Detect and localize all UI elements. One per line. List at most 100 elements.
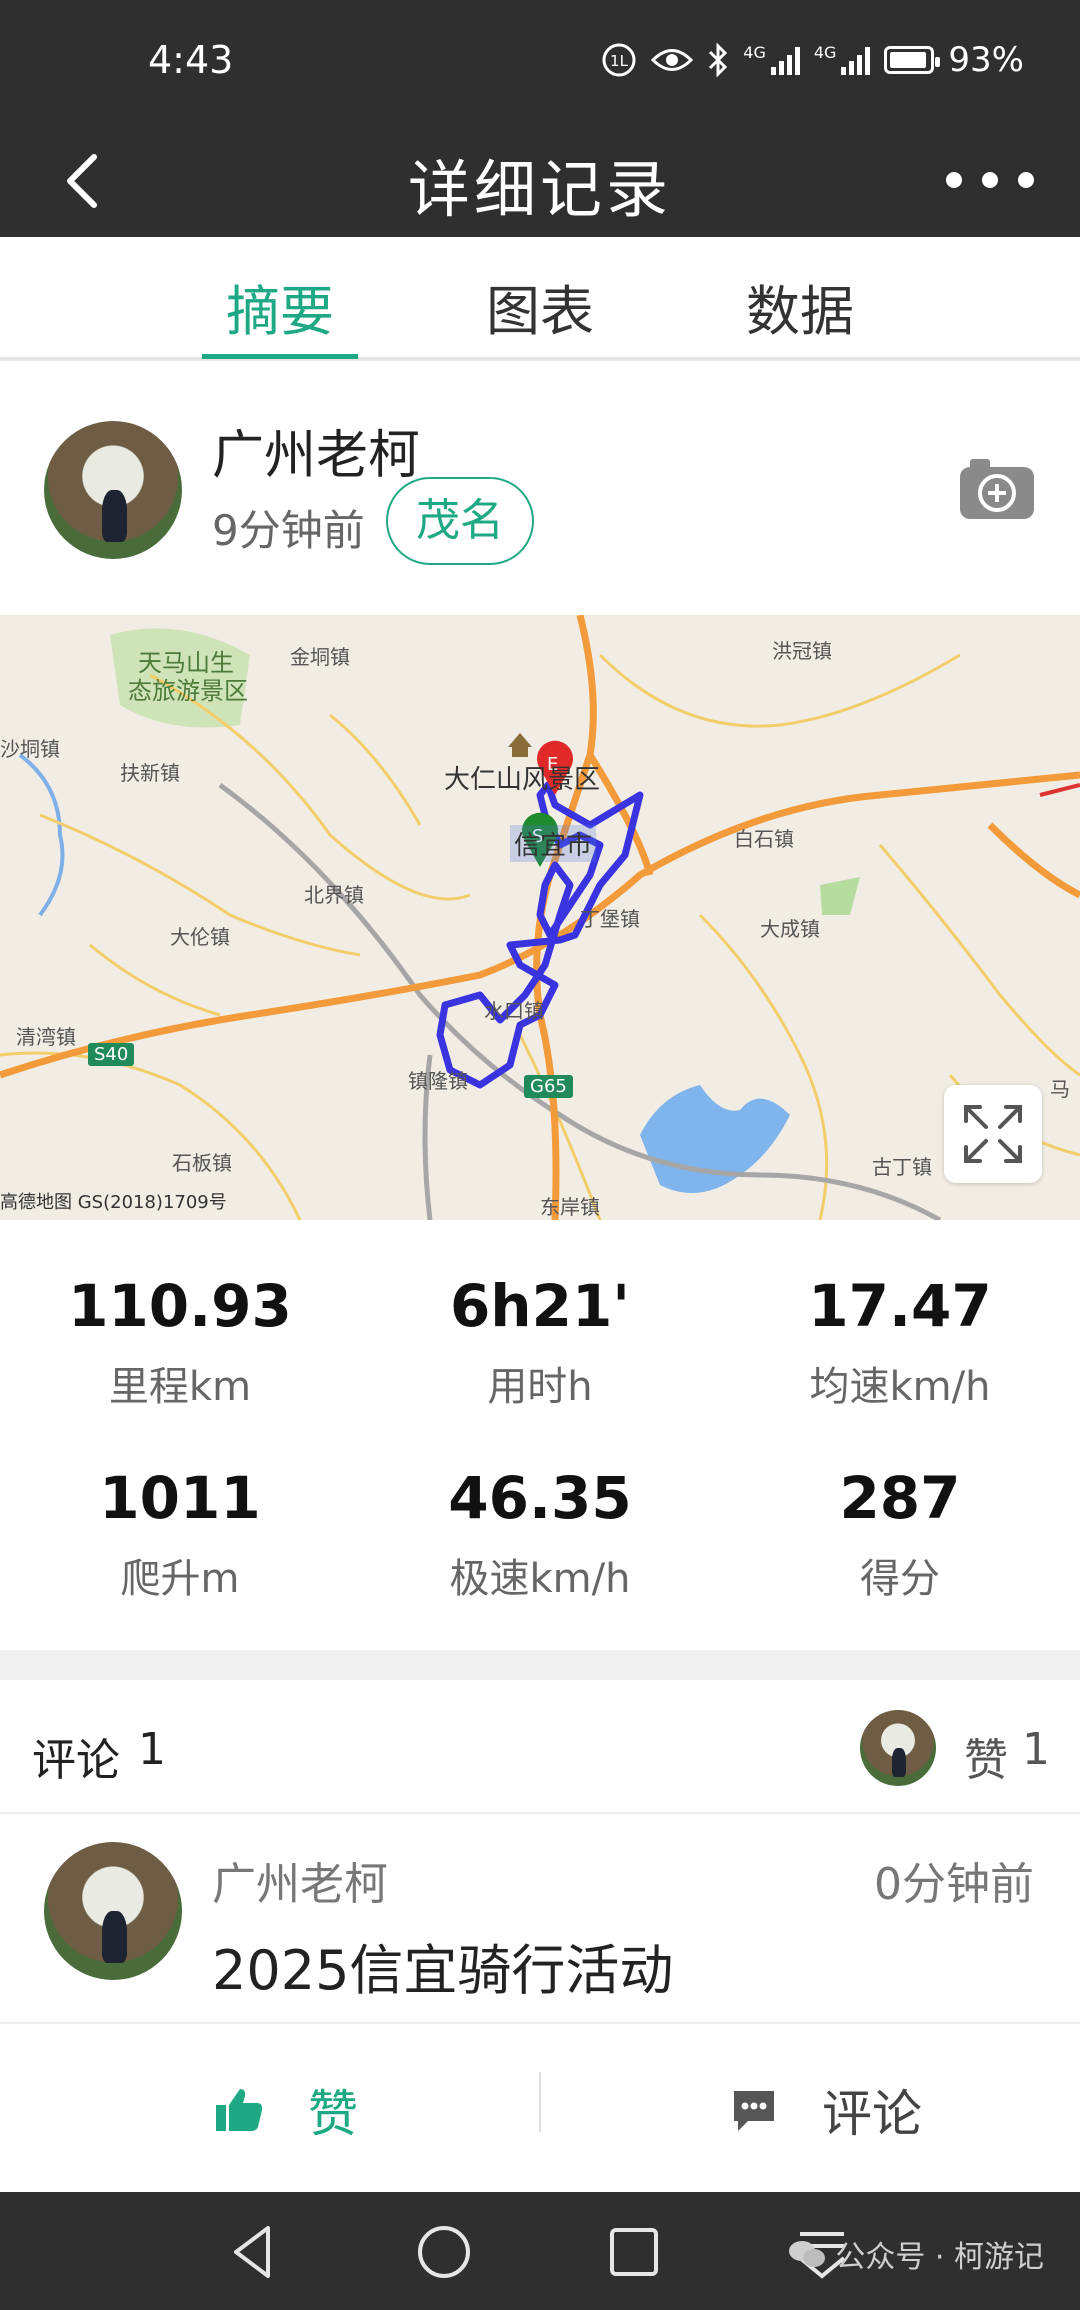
tab-bar: 摘要 图表 数据: [0, 237, 1080, 361]
title-bar: 详细记录: [0, 125, 1080, 237]
expand-map-button[interactable]: [944, 1085, 1042, 1183]
river: [18, 753, 65, 917]
route-map[interactable]: S E 天马山生 态旅游景区 金垌镇 洪冠镇 沙垌镇 扶新镇 大仁山风景区 信宜…: [0, 615, 1080, 1220]
more-dot-icon: [946, 172, 962, 188]
stat-avg-speed: 17.47 均速km/h: [720, 1272, 1080, 1412]
post-time: 9分钟前: [212, 506, 365, 555]
stat-distance: 110.93 里程km: [0, 1272, 360, 1412]
comment-item[interactable]: 广州老柯 0分钟前 2025信宜骑行活动: [0, 1816, 1080, 2024]
square-recents-icon: [610, 2228, 658, 2276]
watermark-text: 公众号 · 柯游记: [835, 2240, 1044, 2275]
map-label: 沙垌镇: [0, 737, 60, 761]
city-tag[interactable]: 茂名: [386, 477, 534, 565]
stat-duration: 6h21' 用时h: [360, 1272, 720, 1412]
more-dot-icon: [1018, 172, 1034, 188]
nav-back-button[interactable]: [222, 2220, 286, 2284]
map-label: 金垌镇: [290, 645, 350, 669]
map-copyright: 高德地图 GS(2018)1709号: [0, 1192, 227, 1213]
liker-avatar[interactable]: [860, 1710, 936, 1786]
user-header: 广州老柯 9分钟前 茂名: [0, 365, 1080, 615]
status-time: 4:43: [148, 38, 234, 82]
user-name[interactable]: 广州老柯: [212, 413, 420, 488]
stat-label: 均速km/h: [809, 1364, 991, 1410]
tab-data[interactable]: 数据: [720, 267, 880, 346]
map-label: 丁堡镇: [580, 907, 640, 931]
stat-climb: 1011 爬升m: [0, 1464, 360, 1604]
like-label: 赞: [308, 2085, 358, 2143]
road-shield-s40: S40: [88, 1043, 135, 1066]
map-label: 大仁山风景区: [444, 765, 601, 795]
map-label: 扶新镇: [120, 761, 180, 785]
wechat-icon: [789, 2241, 826, 2267]
comment-time: 0分钟前: [874, 1859, 1034, 1910]
hd-call-icon: 1L: [601, 42, 637, 78]
stat-label: 得分: [860, 1556, 940, 1602]
system-nav-bar: 公众号 · 柯游记: [0, 2192, 1080, 2310]
add-photo-button[interactable]: [958, 455, 1036, 521]
stat-value: 17.47: [808, 1272, 992, 1340]
stat-value: 6h21': [449, 1272, 631, 1340]
park-area: [820, 877, 860, 915]
map-label: 白石镇: [734, 827, 794, 851]
active-tab-indicator: [202, 354, 358, 359]
comments-count: 1: [138, 1724, 166, 1775]
stat-label: 里程km: [108, 1364, 252, 1410]
map-label: 马: [1050, 1077, 1070, 1101]
nav-home-button[interactable]: [412, 2220, 476, 2284]
divider: [539, 2072, 541, 2132]
signal-2-icon: 4G: [814, 45, 871, 75]
map-label: 镇隆镇: [408, 1069, 468, 1093]
comment-label: 评论: [822, 2085, 922, 2143]
likes-count[interactable]: 1: [1022, 1724, 1050, 1775]
action-bar: 赞 评论: [0, 2024, 1080, 2192]
avatar[interactable]: [44, 421, 182, 559]
stats-panel: 110.93 里程km 6h21' 用时h 17.47 均速km/h 1011 …: [0, 1220, 1080, 1650]
map-label: 石板镇: [172, 1151, 232, 1175]
stat-value: 46.35: [448, 1464, 632, 1532]
bluetooth-icon: [707, 43, 729, 77]
status-bar: 4:43 1L 4G 4G 93%: [0, 0, 1080, 125]
stat-value: 287: [839, 1464, 961, 1532]
map-label: 水口镇: [484, 999, 544, 1023]
likes-label[interactable]: 赞: [964, 1724, 1008, 1788]
map-label: 大伦镇: [170, 925, 230, 949]
map-label: 清湾镇: [16, 1025, 76, 1049]
more-options-button[interactable]: [940, 155, 1040, 205]
comments-label: 评论: [32, 1735, 120, 1786]
stat-label: 用时h: [487, 1364, 593, 1410]
map-label: 北界镇: [304, 883, 364, 907]
status-icons: 1L 4G 4G 93%: [601, 40, 1024, 80]
stat-value: 110.93: [68, 1272, 292, 1340]
map-label: 大成镇: [760, 917, 820, 941]
expand-icon: [964, 1105, 1022, 1163]
comments-header: 评论 1 赞 1: [0, 1680, 1080, 1814]
triangle-back-icon: [234, 2226, 270, 2278]
map-label: 古丁镇: [872, 1155, 932, 1179]
thumbs-up-icon: [216, 2089, 263, 2131]
circle-home-icon: [418, 2226, 470, 2278]
page-title: 详细记录: [407, 153, 672, 226]
tab-charts[interactable]: 图表: [460, 267, 620, 346]
camera-plus-icon: [960, 459, 1034, 519]
more-dot-icon: [982, 172, 998, 188]
road-shield-g65: G65: [524, 1075, 573, 1098]
like-button[interactable]: 赞: [214, 2074, 358, 2146]
battery-percent: 93%: [948, 40, 1024, 80]
nav-recents-button[interactable]: [602, 2220, 666, 2284]
comment-button[interactable]: 评论: [730, 2074, 922, 2146]
signal-1-icon: 4G: [743, 45, 800, 75]
tab-summary[interactable]: 摘要: [200, 267, 360, 346]
stat-score: 287 得分: [720, 1464, 1080, 1604]
city-label: 信宜市: [510, 825, 597, 862]
comment-icon: [734, 2091, 774, 2131]
watermark: 公众号 · 柯游记: [787, 2232, 1044, 2276]
stat-max-speed: 46.35 极速km/h: [360, 1464, 720, 1604]
map-label: 洪冠镇: [772, 639, 832, 663]
stat-value: 1011: [99, 1464, 261, 1532]
eye-icon: [651, 45, 694, 75]
avatar[interactable]: [44, 1842, 182, 1980]
scenic-area-icon: [508, 733, 532, 757]
map-label: 态旅游景区: [128, 677, 248, 705]
stat-label: 极速km/h: [449, 1556, 631, 1602]
comment-author[interactable]: 广州老柯: [212, 1848, 388, 1912]
